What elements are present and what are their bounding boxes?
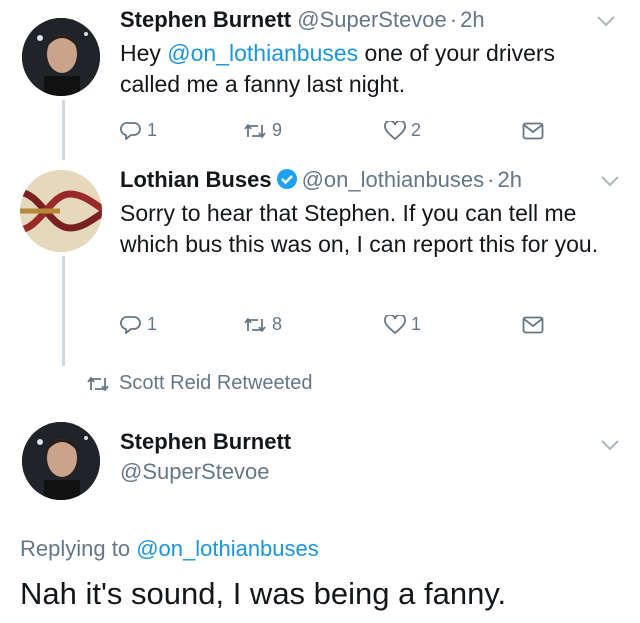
expanded-handle-text: @SuperStevoe xyxy=(120,459,270,484)
verified-badge-icon xyxy=(276,169,297,189)
retweet-count: 9 xyxy=(272,120,283,140)
mention-link[interactable]: @on_lothianbuses xyxy=(167,40,358,66)
expanded-author-handle[interactable]: @SuperStevoe xyxy=(120,458,270,486)
separator-dot: · xyxy=(449,7,458,32)
tweet-2-handle[interactable]: @on_lothianbuses xyxy=(302,167,485,192)
replying-to-label: Replying to xyxy=(20,536,137,561)
retweet-notice-text: Scott Reid Retweeted xyxy=(119,372,313,394)
avatar-stephen-burnett[interactable] xyxy=(22,18,100,96)
tweet-1-text: Hey @on_lothianbuses one of your drivers… xyxy=(120,38,620,100)
retweet-icon xyxy=(87,376,109,391)
chevron-down-icon[interactable] xyxy=(596,14,616,28)
retweet-count: 8 xyxy=(272,314,283,334)
retweet-button[interactable]: 8 xyxy=(243,314,282,335)
replying-to-mention[interactable]: @on_lothianbuses xyxy=(136,536,319,561)
tweet-1-handle[interactable]: @SuperStevoe xyxy=(297,7,447,32)
retweet-icon xyxy=(244,317,266,332)
thread-connector xyxy=(62,100,65,160)
heart-icon xyxy=(384,314,406,334)
tweet-1-time[interactable]: 2h xyxy=(460,7,484,32)
like-count: 2 xyxy=(411,120,422,140)
expanded-author-name[interactable]: Stephen Burnett xyxy=(120,428,291,456)
reply-count: 1 xyxy=(147,120,158,140)
reply-icon xyxy=(120,315,141,334)
tweet-1-text-prefix: Hey xyxy=(120,40,168,66)
reply-icon xyxy=(120,121,141,140)
reply-button[interactable]: 1 xyxy=(120,120,157,141)
reply-button[interactable]: 1 xyxy=(120,314,157,335)
avatar-stephen-burnett[interactable] xyxy=(22,422,100,500)
retweet-icon xyxy=(244,123,266,138)
like-button[interactable]: 2 xyxy=(384,120,421,141)
tweet-2-text: Sorry to hear that Stephen. If you can t… xyxy=(120,200,599,257)
retweet-button[interactable]: 9 xyxy=(243,120,282,141)
expanded-name-text: Stephen Burnett xyxy=(120,429,292,454)
tweet-2-time[interactable]: 2h xyxy=(497,167,521,192)
heart-icon xyxy=(384,120,406,140)
reply-count: 1 xyxy=(147,314,158,334)
separator-dot: · xyxy=(487,167,495,192)
chevron-down-icon[interactable] xyxy=(600,438,620,452)
avatar-lothian-buses-logo[interactable] xyxy=(20,170,102,252)
expanded-tweet-text: Nah it's sound, I was being a fanny. xyxy=(20,576,507,611)
tweet-2-author-name[interactable]: Lothian Buses xyxy=(120,167,272,192)
chevron-down-icon[interactable] xyxy=(600,174,620,188)
dm-button[interactable] xyxy=(522,316,549,334)
envelope-icon xyxy=(522,122,544,140)
envelope-icon xyxy=(522,316,544,334)
dm-button[interactable] xyxy=(522,122,549,140)
replying-to-line: Replying to @on_lothianbuses xyxy=(20,535,319,563)
retweet-notice[interactable]: Scott Reid Retweeted xyxy=(86,372,312,395)
tweet-1-header: Stephen Burnett @SuperStevoe · 2h xyxy=(120,6,485,34)
tweet-1-author-name[interactable]: Stephen Burnett xyxy=(120,7,291,32)
thread-connector xyxy=(62,256,65,366)
like-count: 1 xyxy=(411,314,422,334)
like-button[interactable]: 1 xyxy=(384,314,421,335)
tweet-2-header: Lothian Buses @on_lothianbuses · 2h xyxy=(120,166,522,194)
